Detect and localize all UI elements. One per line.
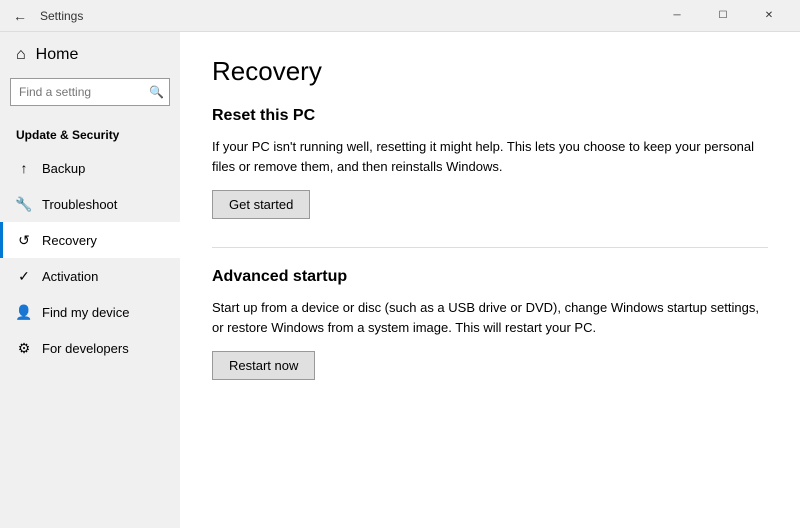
search-input[interactable] xyxy=(10,78,170,106)
backup-icon: ↑ xyxy=(16,160,32,176)
close-button[interactable]: ✕ xyxy=(746,0,792,32)
search-icon: 🔍 xyxy=(149,85,164,99)
sidebar-item-label: Troubleshoot xyxy=(42,197,117,212)
sidebar-item-troubleshoot[interactable]: 🔧 Troubleshoot xyxy=(0,186,180,222)
section-divider xyxy=(212,247,768,248)
sidebar-item-for-developers[interactable]: ⚙ For developers xyxy=(0,330,180,366)
sidebar-section-title: Update & Security xyxy=(0,116,180,150)
advanced-section-description: Start up from a device or disc (such as … xyxy=(212,298,768,337)
reset-section-title: Reset this PC xyxy=(212,107,768,125)
main-area: ⌂ Home 🔍 Update & Security ↑ Backup 🔧 Tr… xyxy=(0,32,800,528)
sidebar-item-label: Recovery xyxy=(42,233,97,248)
minimize-icon: ─ xyxy=(673,10,680,21)
sidebar-item-recovery[interactable]: ↺ Recovery xyxy=(0,222,180,258)
reset-section-description: If your PC isn't running well, resetting… xyxy=(212,137,768,176)
sidebar: ⌂ Home 🔍 Update & Security ↑ Backup 🔧 Tr… xyxy=(0,32,180,528)
find-my-device-icon: 👤 xyxy=(16,304,32,320)
get-started-button[interactable]: Get started xyxy=(212,190,310,219)
close-icon: ✕ xyxy=(765,10,773,21)
search-box[interactable]: 🔍 xyxy=(10,78,170,106)
sidebar-home-label: Home xyxy=(36,46,79,64)
sidebar-item-home[interactable]: ⌂ Home xyxy=(0,32,180,78)
sidebar-item-label: Find my device xyxy=(42,305,129,320)
advanced-section-title: Advanced startup xyxy=(212,268,768,286)
restart-now-button[interactable]: Restart now xyxy=(212,351,315,380)
maximize-icon: ☐ xyxy=(719,10,728,21)
back-button[interactable]: ← xyxy=(8,4,32,28)
sidebar-item-label: For developers xyxy=(42,341,129,356)
maximize-button[interactable]: ☐ xyxy=(700,0,746,32)
content-area: Recovery Reset this PC If your PC isn't … xyxy=(180,32,800,528)
for-developers-icon: ⚙ xyxy=(16,340,32,356)
activation-icon: ✓ xyxy=(16,268,32,284)
sidebar-item-backup[interactable]: ↑ Backup xyxy=(0,150,180,186)
back-icon: ← xyxy=(13,8,27,24)
recovery-icon: ↺ xyxy=(16,232,32,248)
window-controls: ─ ☐ ✕ xyxy=(654,0,792,32)
troubleshoot-icon: 🔧 xyxy=(16,196,32,212)
sidebar-item-label: Backup xyxy=(42,161,85,176)
home-icon: ⌂ xyxy=(16,46,26,64)
titlebar: ← Settings ─ ☐ ✕ xyxy=(0,0,800,32)
sidebar-item-find-my-device[interactable]: 👤 Find my device xyxy=(0,294,180,330)
minimize-button[interactable]: ─ xyxy=(654,0,700,32)
sidebar-item-label: Activation xyxy=(42,269,98,284)
sidebar-item-activation[interactable]: ✓ Activation xyxy=(0,258,180,294)
window-title: Settings xyxy=(40,9,654,23)
page-title: Recovery xyxy=(212,56,768,87)
